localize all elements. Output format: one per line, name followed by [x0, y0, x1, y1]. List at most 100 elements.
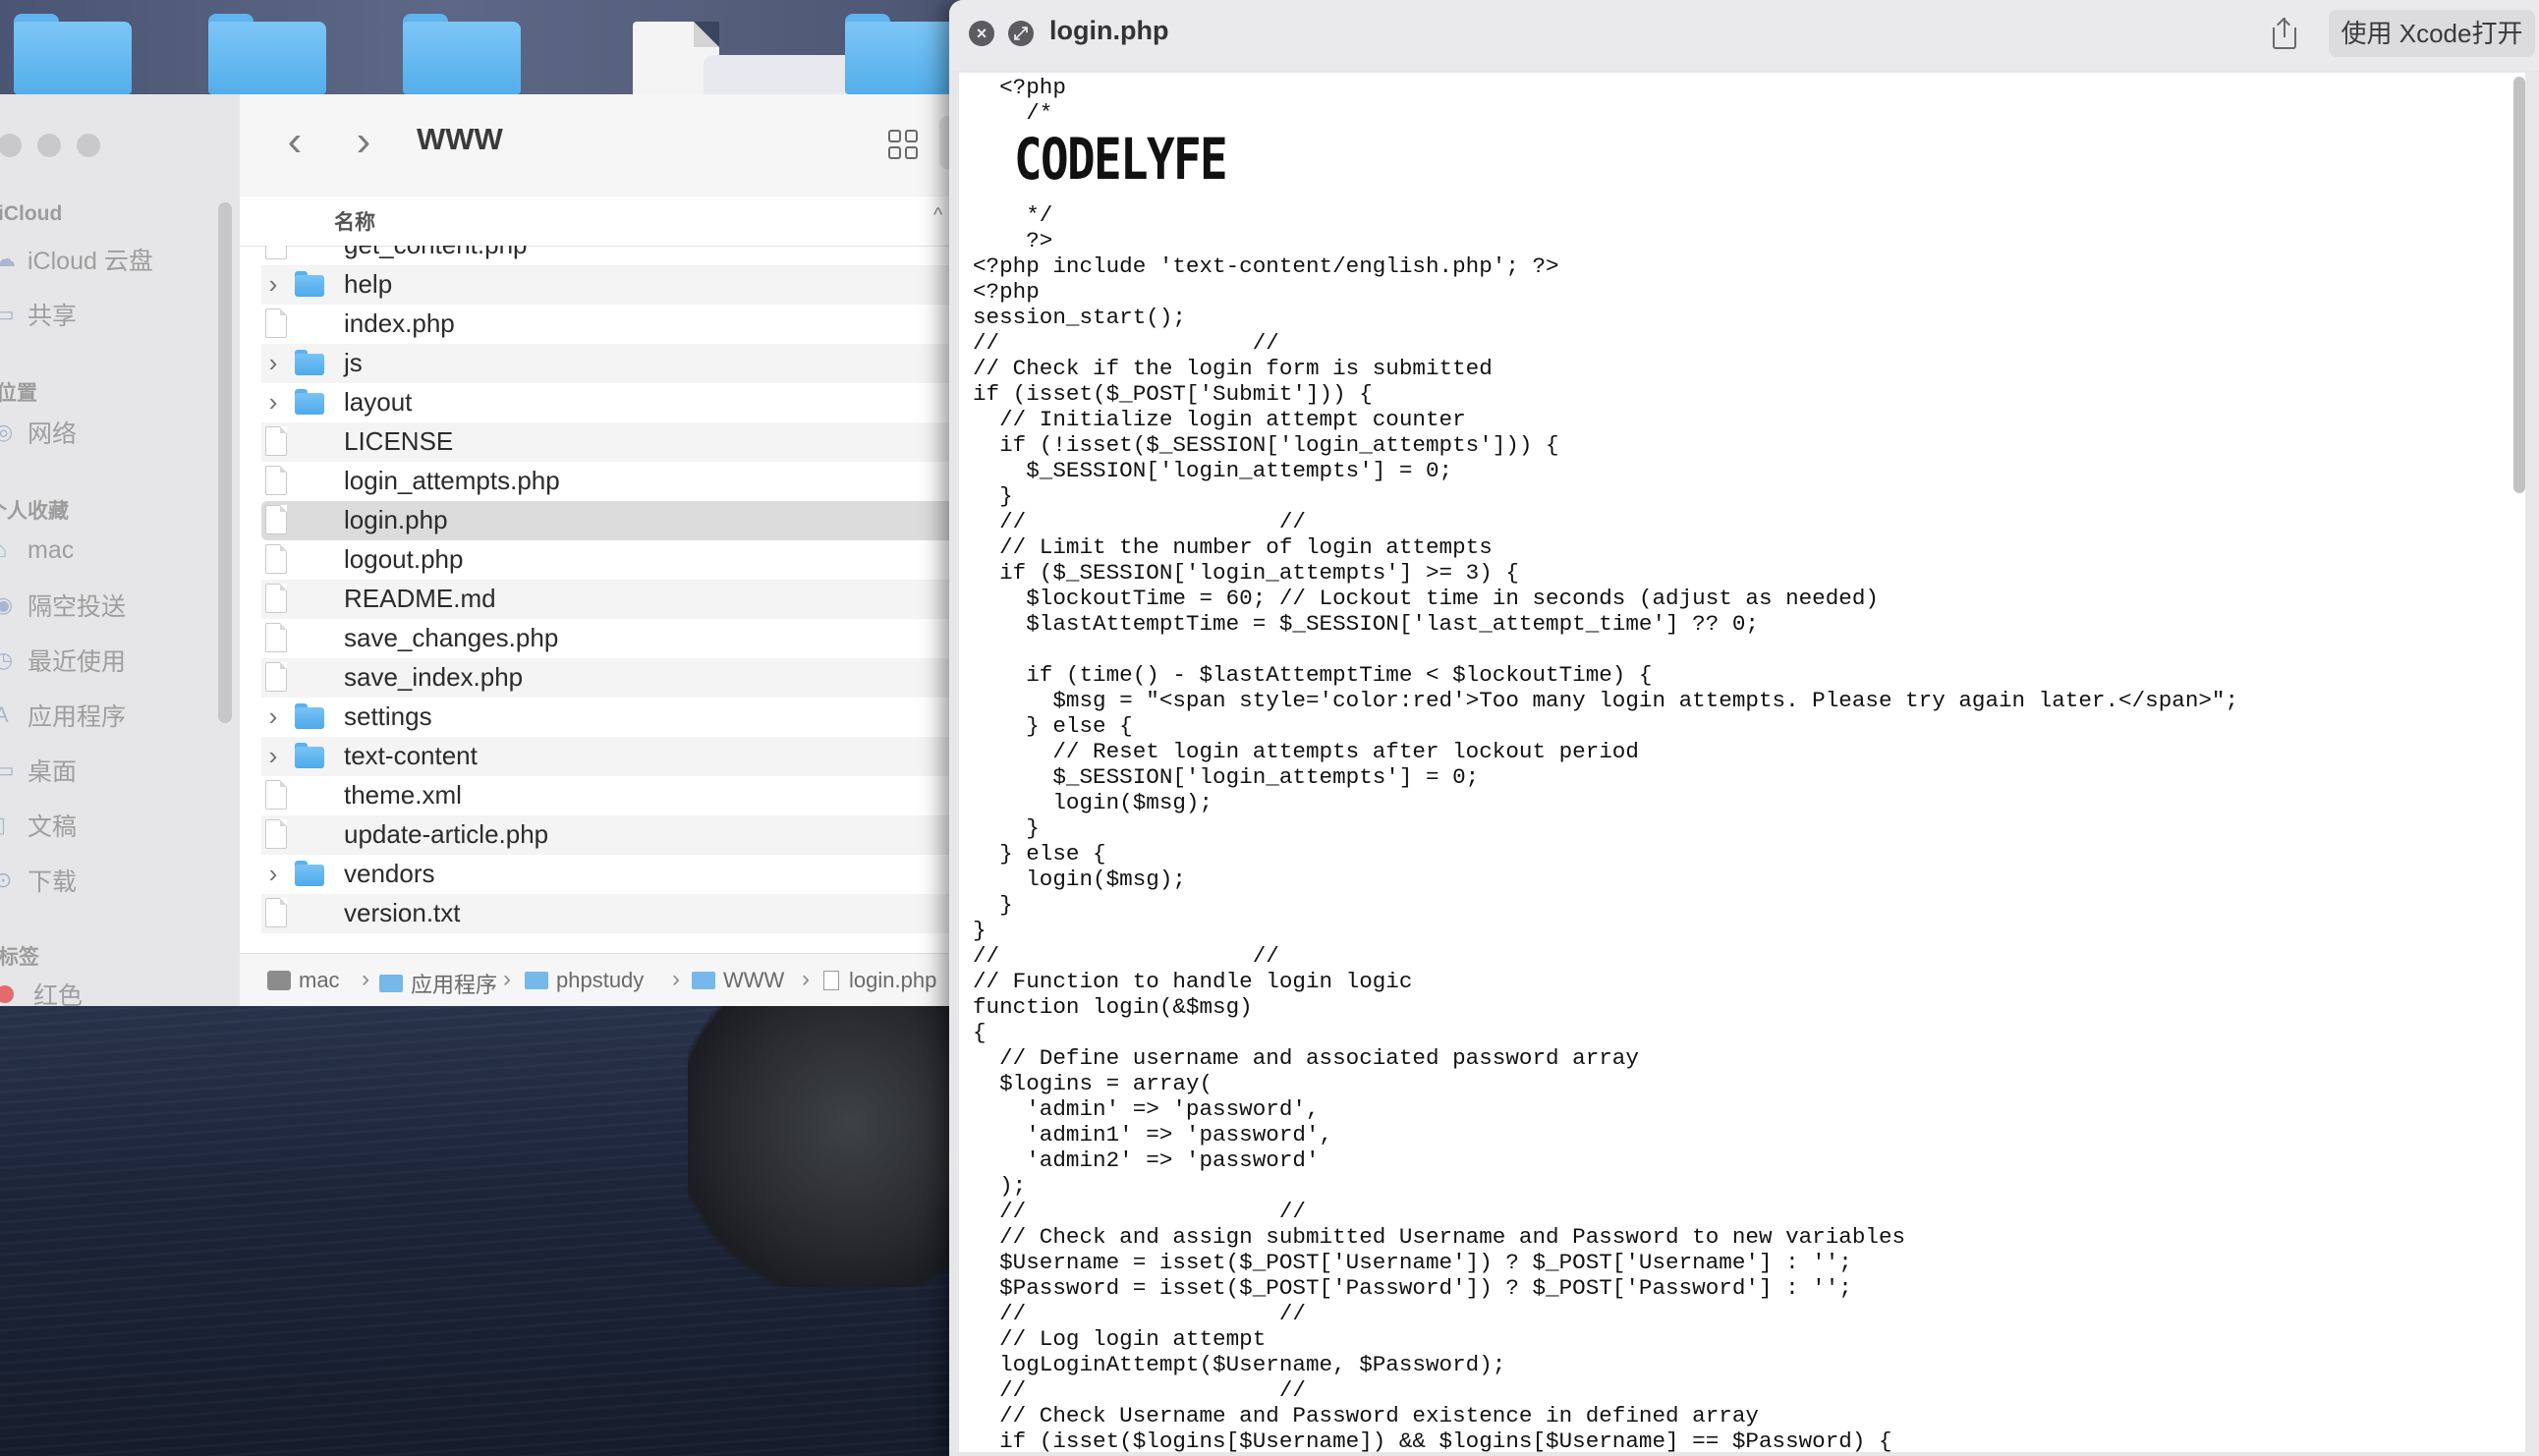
file-row[interactable]: › layout [261, 383, 973, 422]
close-icon[interactable]: × [969, 21, 994, 46]
sort-chevron-icon[interactable]: ^ [933, 204, 942, 227]
file-row[interactable]: › js [261, 344, 973, 383]
fullscreen-icon[interactable]: ⤢ [1008, 21, 1034, 46]
disclosure-chevron-icon[interactable]: › [263, 269, 283, 299]
sidebar-item-desktop[interactable]: ▭ 桌面 [0, 753, 77, 788]
file-row[interactable]: login_attempts.php [261, 462, 973, 501]
path-segment-mac[interactable]: mac [267, 968, 340, 993]
view-grid-icon[interactable] [888, 130, 920, 161]
path-segment-applications[interactable]: 应用程序 [379, 968, 497, 999]
path-segment-phpstudy[interactable]: phpstudy [525, 968, 644, 993]
sidebar-item-downloads[interactable]: ⊙ 下载 [0, 863, 77, 898]
desktop-rock [688, 992, 983, 1287]
desktop-folder-icon[interactable] [845, 14, 963, 94]
window-minimize-button[interactable] [37, 134, 61, 157]
php-file-icon [265, 662, 287, 692]
php-file-icon [265, 505, 287, 534]
file-name: update-article.php [344, 819, 549, 849]
folder-icon [295, 861, 326, 888]
shared-folder-icon: ▭ [0, 302, 15, 326]
code-line: */ [973, 202, 1053, 228]
window-close-button[interactable] [0, 134, 22, 157]
disclosure-chevron-icon[interactable]: › [263, 387, 283, 417]
desktop-folder-icon[interactable] [403, 14, 521, 94]
file-row[interactable]: › text-content [261, 737, 973, 776]
red-tag-icon [0, 985, 14, 1003]
quicklook-title-bar: × ⤢ login.php 使用 Xcode打开 [949, 0, 2539, 71]
disclosure-chevron-icon[interactable]: › [263, 701, 283, 731]
file-row[interactable]: update-article.php [261, 815, 973, 855]
code-line: /* [973, 100, 1053, 126]
path-segment-www[interactable]: WWW [692, 968, 784, 993]
back-button[interactable]: ‹ [275, 120, 314, 163]
forward-button[interactable]: › [344, 120, 383, 163]
sidebar-item-label: 网络 [28, 420, 78, 448]
preview-scrollbar[interactable] [2513, 77, 2525, 493]
open-with-xcode-button[interactable]: 使用 Xcode打开 [2329, 10, 2535, 57]
code-line: // // [973, 943, 1279, 969]
disclosure-chevron-icon[interactable]: › [263, 859, 283, 888]
disclosure-chevron-icon[interactable]: › [263, 741, 283, 770]
sidebar-item-label: 应用程序 [28, 703, 127, 731]
sidebar-item-documents[interactable]: ▯ 文稿 [0, 808, 77, 843]
file-row[interactable]: logout.php [261, 540, 973, 580]
sidebar-item-tag-red[interactable]: 红色 [0, 977, 83, 1006]
sidebar-item-applications[interactable]: A 应用程序 [0, 698, 126, 733]
column-header-name[interactable]: 名称 [334, 206, 375, 236]
file-row[interactable]: index.php [261, 305, 973, 344]
share-icon[interactable] [2270, 16, 2299, 51]
code-line: if (time() - $lastAttemptTime < $lockout… [973, 662, 1653, 688]
php-file-icon [265, 308, 287, 338]
document-icon: ▯ [0, 812, 7, 837]
code-line: $logins = array( [973, 1071, 1213, 1096]
file-name: get_content.php [344, 246, 528, 260]
code-line: 'admin' => 'password', [973, 1096, 1320, 1122]
file-row[interactable]: version.txt [261, 894, 973, 933]
path-separator-icon: › [802, 966, 810, 992]
path-segment-label: phpstudy [556, 968, 645, 992]
file-row[interactable]: › vendors [261, 855, 973, 894]
quicklook-title: login.php [1049, 16, 1169, 45]
file-row[interactable]: login.php [261, 501, 973, 540]
php-file-icon [265, 466, 287, 495]
code-line: // Reset login attempts after lockout pe… [973, 739, 1639, 764]
code-line: $lockoutTime = 60; // Lockout time in se… [973, 586, 1879, 611]
file-row[interactable]: › help [261, 265, 973, 305]
code-line: login($msg); [973, 790, 1213, 815]
ascii-art-text: CODELYFE [1014, 126, 1228, 193]
desktop-folder-icon[interactable] [14, 14, 132, 94]
sidebar-item-label: 桌面 [28, 758, 78, 786]
code-line: if ($_SESSION['login_attempts'] >= 3) { [973, 560, 1519, 586]
code-line: // // [973, 330, 1279, 356]
desktop-folder-icon[interactable] [208, 14, 326, 94]
sidebar-item-label: 隔空投送 [28, 593, 127, 621]
file-row[interactable]: theme.xml [261, 776, 973, 815]
disclosure-chevron-icon[interactable]: › [263, 348, 283, 377]
path-segment-file[interactable]: login.php [823, 968, 936, 993]
file-name: text-content [344, 741, 478, 770]
file-row[interactable]: README.md [261, 580, 973, 619]
sidebar-item-shared[interactable]: ▭ 共享 [0, 297, 77, 332]
sidebar-scrollbar[interactable] [218, 202, 232, 723]
sidebar-item-recents[interactable]: ◷ 最近使用 [0, 643, 126, 678]
file-row[interactable]: › settings [261, 698, 973, 737]
file-row[interactable]: LICENSE [261, 422, 973, 462]
file-row[interactable]: save_changes.php [261, 619, 973, 658]
sidebar-item-mac[interactable]: ⌂ mac [0, 532, 74, 568]
code-line: <?php include 'text-content/english.php'… [973, 253, 1559, 279]
code-line: if (isset($_POST['Submit'])) { [973, 381, 1373, 407]
file-name: README.md [344, 584, 496, 613]
sidebar-heading-favorites: 个人收藏 [0, 500, 69, 523]
file-row[interactable]: get_content.php [261, 246, 973, 265]
code-line: ); [973, 1173, 1027, 1199]
window-zoom-button[interactable] [77, 134, 100, 157]
sidebar-item-icloud-drive[interactable]: ☁ iCloud 云盘 [0, 242, 153, 277]
code-line: // Function to handle login logic [973, 969, 1413, 994]
file-row[interactable]: save_index.php [261, 658, 973, 698]
sidebar-item-airdrop[interactable]: ◉ 隔空投送 [0, 588, 126, 623]
file-name: vendors [344, 859, 435, 888]
code-line: <?php [973, 279, 1040, 305]
file-name: layout [344, 387, 413, 417]
sidebar-item-network[interactable]: ◎ 网络 [0, 415, 77, 450]
column-header[interactable]: 名称 ^ [240, 196, 973, 247]
